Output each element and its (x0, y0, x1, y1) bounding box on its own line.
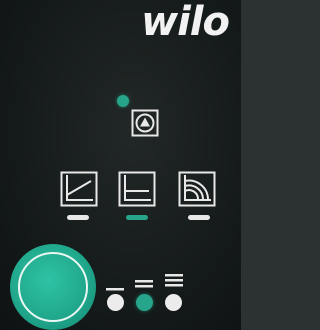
mode-constant-speed-icon[interactable] (178, 171, 216, 207)
mode-constant-pressure-icon[interactable] (118, 171, 156, 207)
venting-led (117, 95, 129, 107)
speed-3-icon (165, 271, 183, 289)
speed-1-led (107, 294, 124, 311)
speed-3-led (165, 294, 182, 311)
operating-button[interactable] (10, 244, 96, 330)
mode-1-indicator (67, 215, 89, 220)
mode-variable-pressure-icon[interactable] (60, 171, 98, 207)
pump-vent-icon[interactable] (131, 109, 159, 137)
mode-3-indicator (188, 215, 210, 220)
wilo-logo: wilo (141, 0, 230, 45)
operating-button-ring (18, 252, 88, 322)
speed-2-icon (135, 277, 153, 289)
pump-control-panel: wilo (0, 0, 241, 330)
speed-2-led (136, 294, 153, 311)
speed-1-icon (106, 280, 124, 291)
mode-2-indicator (126, 215, 148, 220)
